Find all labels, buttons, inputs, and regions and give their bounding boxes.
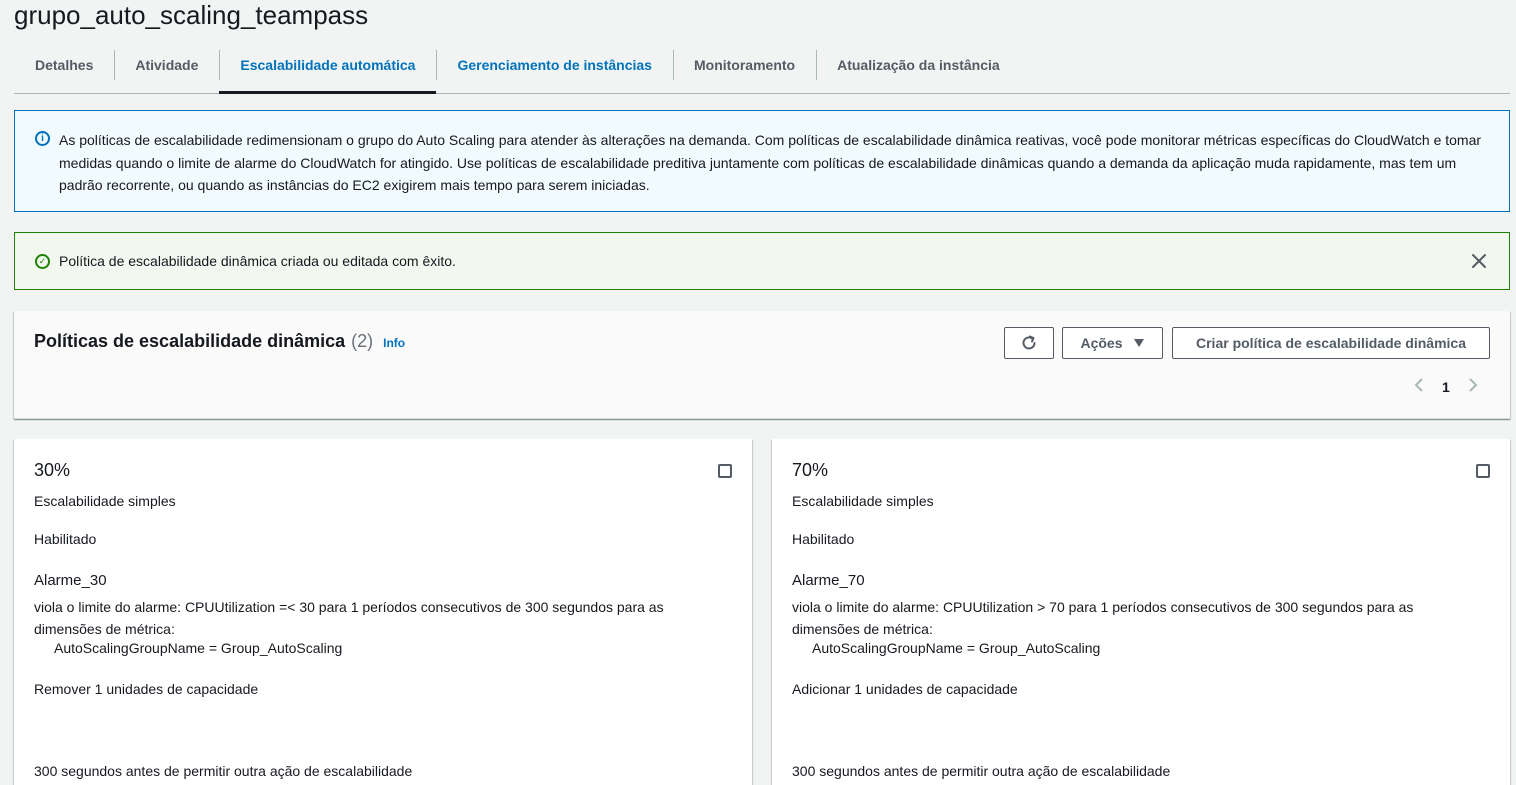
close-icon[interactable] xyxy=(1469,251,1489,271)
policy-action: Adicionar 1 unidades de capacidade xyxy=(792,681,1018,697)
policy-type: Escalabilidade simples xyxy=(34,493,176,509)
policy-type: Escalabilidade simples xyxy=(792,493,934,509)
info-link[interactable]: Info xyxy=(383,336,405,350)
policy-checkbox[interactable] xyxy=(718,464,732,478)
pagination: 1 xyxy=(1414,377,1478,397)
policy-action: Remover 1 unidades de capacidade xyxy=(34,681,259,697)
info-alert: i As políticas de escalabilidade redimen… xyxy=(14,110,1510,212)
policy-checkbox[interactable] xyxy=(1476,464,1490,478)
policy-status: Habilitado xyxy=(792,531,855,547)
policy-alarm-name: Alarme_30 xyxy=(34,572,107,589)
tab-gerenciamento-de-instancias[interactable]: Gerenciamento de instâncias xyxy=(436,42,673,87)
page-title: grupo_auto_scaling_teampass xyxy=(14,0,369,30)
chevron-left-icon[interactable] xyxy=(1414,377,1424,398)
policy-card: 30% Escalabilidade simples Habilitado Al… xyxy=(14,439,752,785)
policy-name: 30% xyxy=(34,460,71,480)
page-number[interactable]: 1 xyxy=(1442,379,1450,395)
policy-cooldown: 300 segundos antes de permitir outra açã… xyxy=(792,763,1171,779)
refresh-icon xyxy=(1022,335,1036,350)
info-icon: i xyxy=(35,131,50,146)
success-alert: ✓ Política de escalabilidade dinâmica cr… xyxy=(14,232,1510,290)
actions-dropdown-button[interactable]: Ações xyxy=(1062,327,1163,359)
policy-dimension: AutoScalingGroupName = Group_AutoScaling xyxy=(54,640,343,656)
policy-alarm-description: viola o limite do alarme: CPUUtilization… xyxy=(792,599,1414,637)
tab-atualizacao-da-instancia[interactable]: Atualização da instância xyxy=(816,42,1021,87)
tab-detalhes[interactable]: Detalhes xyxy=(14,42,114,87)
policy-cooldown: 300 segundos antes de permitir outra açã… xyxy=(34,763,413,779)
policy-name: 70% xyxy=(792,460,829,480)
create-policy-button[interactable]: Criar política de escalabilidade dinâmic… xyxy=(1172,327,1490,359)
policy-dimension: AutoScalingGroupName = Group_AutoScaling xyxy=(812,640,1101,656)
caret-down-icon xyxy=(1133,339,1144,347)
policy-card: 70% Escalabilidade simples Habilitado Al… xyxy=(772,439,1510,785)
policies-count: (2) xyxy=(351,331,374,351)
policies-title-group: Políticas de escalabilidade dinâmica (2)… xyxy=(34,331,405,352)
check-circle-icon: ✓ xyxy=(35,254,50,269)
policies-title: Políticas de escalabilidade dinâmica xyxy=(34,331,346,351)
tab-bar: Detalhes Atividade Escalabilidade automá… xyxy=(14,42,1510,94)
success-alert-text: Política de escalabilidade dinâmica cria… xyxy=(59,253,456,269)
refresh-button[interactable] xyxy=(1004,327,1054,359)
chevron-right-icon[interactable] xyxy=(1468,377,1478,398)
tab-escalabilidade-automatica[interactable]: Escalabilidade automática xyxy=(219,42,437,94)
tab-atividade[interactable]: Atividade xyxy=(114,42,219,87)
policy-alarm-name: Alarme_70 xyxy=(792,572,865,589)
tab-monitoramento[interactable]: Monitoramento xyxy=(672,42,816,87)
actions-label: Ações xyxy=(1080,335,1123,351)
info-alert-text: As políticas de escalabilidade redimensi… xyxy=(59,132,1482,193)
policy-status: Habilitado xyxy=(34,531,97,547)
policies-header: Políticas de escalabilidade dinâmica (2)… xyxy=(14,311,1510,419)
policy-alarm-description: viola o limite do alarme: CPUUtilization… xyxy=(34,599,664,637)
